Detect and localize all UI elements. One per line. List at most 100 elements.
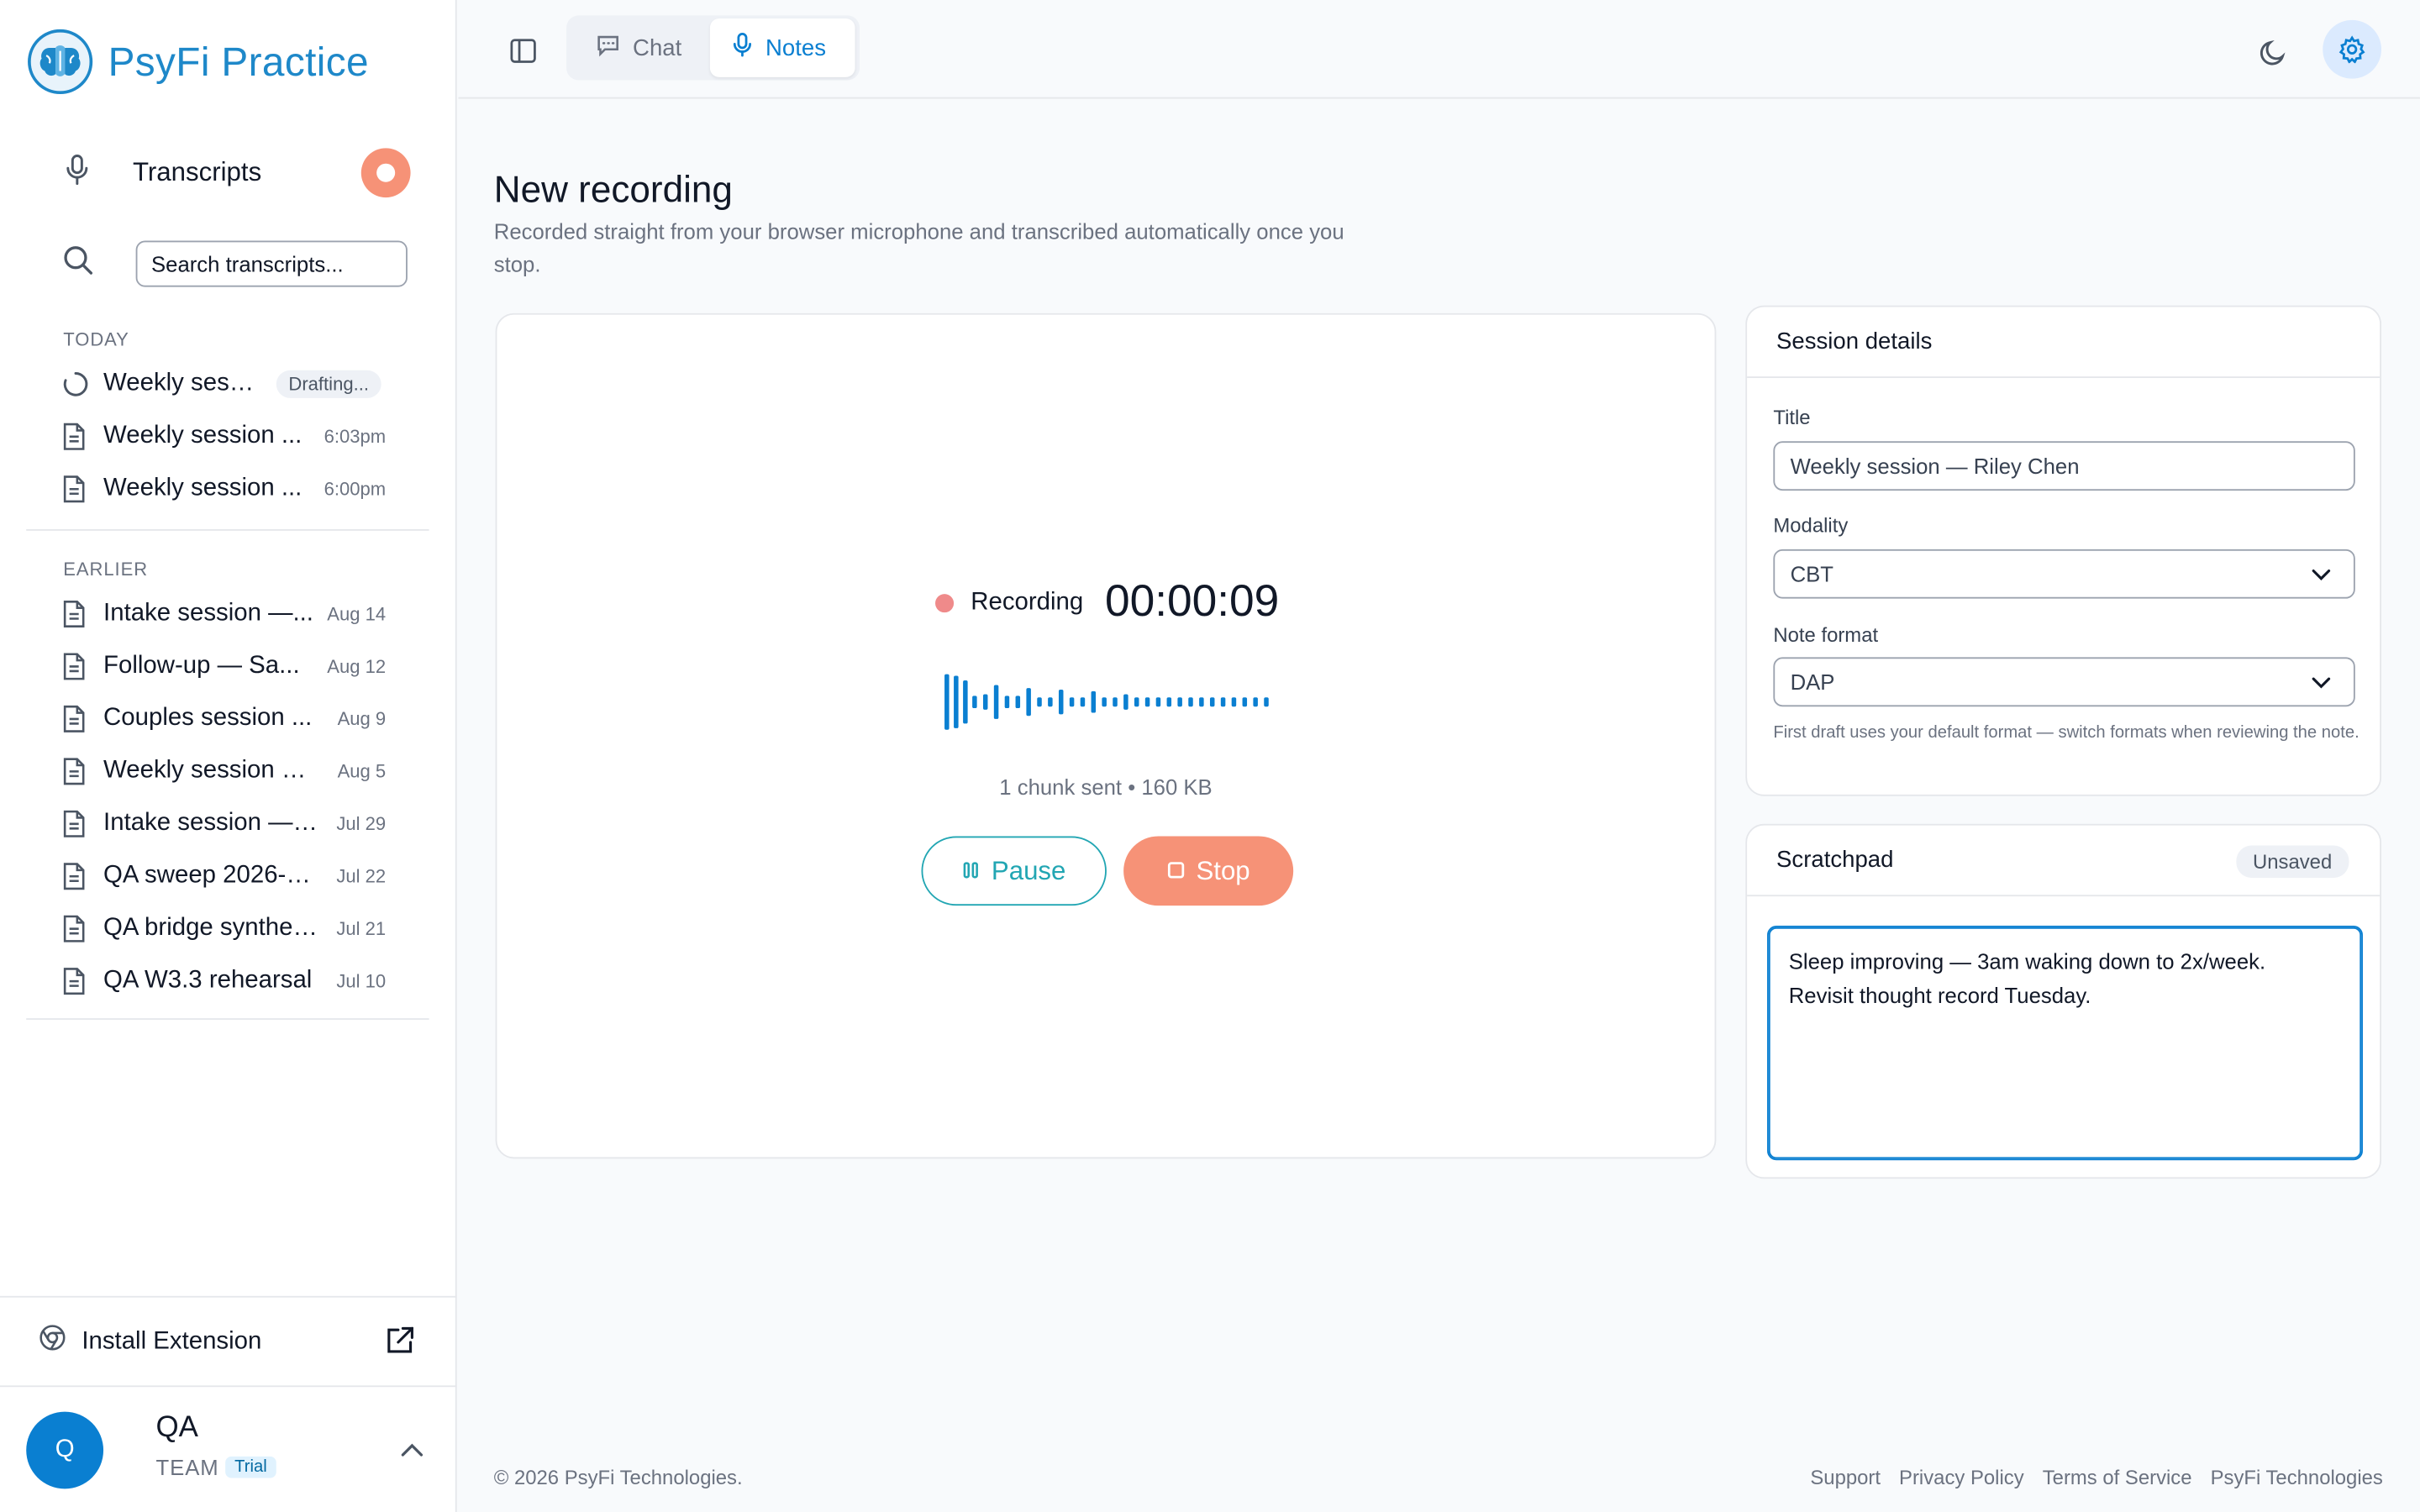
recording-label: Recording (971, 588, 1084, 615)
sidebar-toggle-icon[interactable] (509, 37, 537, 65)
list-item[interactable]: Intake session — J... Jul 29 (61, 798, 386, 850)
list-item-time: Jul 29 (336, 812, 387, 835)
chrome-icon (39, 1324, 66, 1359)
chevron-up-icon[interactable] (400, 1440, 424, 1467)
waveform-bar (1253, 697, 1258, 707)
waveform-bar (1091, 690, 1097, 713)
brain-logo-icon (28, 29, 93, 95)
section-label-today: TODAY (63, 328, 129, 350)
waveform-bar (1058, 690, 1064, 715)
document-icon (61, 705, 89, 732)
document-icon (61, 810, 89, 837)
list-item[interactable]: Couples session ... Aug 9 (61, 693, 386, 745)
user-menu[interactable]: Q QA TEAM Trial (0, 1385, 457, 1512)
list-item-title: Intake session — J... (103, 810, 320, 837)
list-item[interactable]: Intake session —... Aug 14 (61, 588, 386, 640)
waveform-bar (1199, 697, 1204, 707)
footer-link-terms[interactable]: Terms of Service (2043, 1466, 2192, 1489)
waveform-bar (1080, 697, 1086, 707)
stop-label: Stop (1196, 855, 1250, 885)
moon-icon[interactable] (2252, 31, 2295, 74)
tab-chat-label: Chat (633, 34, 682, 61)
recording-timer: 00:00:09 (1104, 576, 1280, 627)
top-bar: Chat Notes (458, 0, 2420, 99)
sidebar: PsyFi Practice Transcripts Search transc… (0, 0, 457, 1512)
waveform-bar (954, 675, 959, 728)
recording-status: Recording 00:00:09 (935, 577, 1279, 628)
modality-label: Modality (1773, 513, 1849, 538)
list-item[interactable]: QA W3.3 rehearsal Jul 10 (61, 955, 386, 1007)
list-item-time: 6:00pm (324, 478, 387, 501)
nav-transcripts-label: Transcripts (132, 157, 262, 187)
list-item-time: Aug 12 (327, 655, 387, 678)
list-item-time: Aug 5 (337, 760, 387, 783)
chevron-down-icon (2311, 563, 2333, 589)
divider (26, 1018, 429, 1021)
nav-transcripts[interactable]: Transcripts (61, 148, 411, 198)
app-root: PsyFi Practice Transcripts Search transc… (0, 0, 2420, 1512)
title-field[interactable]: Weekly session — Riley Chen (1773, 441, 2355, 491)
page-subtitle: Recorded straight from your browser micr… (493, 218, 1344, 276)
format-helper-text: First draft uses your default format — s… (1773, 723, 2360, 743)
install-extension-row[interactable]: Install Extension (0, 1295, 457, 1386)
install-extension-label: Install Extension (82, 1327, 262, 1354)
waveform-bar (1037, 697, 1042, 707)
list-item[interactable]: QA bridge synthet... Jul 21 (61, 902, 386, 954)
list-item-time: 6:03pm (324, 425, 387, 448)
divider (26, 528, 429, 531)
document-icon (61, 600, 89, 627)
list-item[interactable]: QA sweep 2026-0... Jul 22 (61, 850, 386, 902)
list-item-title: Weekly session ... (103, 475, 302, 501)
list-item[interactable]: Weekly session ... 6:03pm (61, 411, 386, 463)
document-icon (61, 475, 89, 503)
footer-link-company[interactable]: PsyFi Technologies (2211, 1466, 2383, 1489)
list-item-time: Aug 9 (337, 708, 387, 730)
footer-link-support[interactable]: Support (1810, 1466, 1881, 1489)
waveform-bar (1264, 697, 1269, 707)
list-item[interactable]: Weekly session ... 6:00pm (61, 463, 386, 515)
external-link-icon[interactable] (384, 1326, 415, 1364)
brand[interactable]: PsyFi Practice (28, 29, 369, 95)
tab-notes-label: Notes (765, 34, 826, 61)
page-title: New recording (493, 170, 733, 212)
tab-chat[interactable]: Chat (574, 18, 717, 77)
waveform-bar (1113, 697, 1118, 707)
chunk-info: 1 chunk sent • 160 KB (999, 774, 1213, 800)
start-recording-button[interactable] (360, 148, 411, 198)
footer-links: Support Privacy Policy Terms of Service … (1791, 1466, 2383, 1489)
stop-icon (1167, 855, 1186, 886)
audio-waveform (944, 674, 1269, 730)
waveform-bar (1209, 697, 1215, 707)
waveform-bar (1026, 688, 1031, 717)
session-details-card: Session details Title Weekly session — R… (1745, 305, 2382, 796)
list-item-title: Follow-up — Sa... (103, 652, 300, 680)
search-icon[interactable] (61, 243, 95, 285)
waveform-bar (1177, 697, 1182, 707)
settings-button[interactable] (2323, 19, 2382, 79)
list-item[interactable]: Weekly sessi... Drafting... (61, 358, 386, 410)
recorder-card: Recording 00:00:09 1 chunk sent • 160 KB… (495, 312, 1717, 1159)
stop-button[interactable]: Stop (1123, 836, 1294, 906)
note-format-select[interactable]: DAP (1773, 657, 2355, 707)
title-label: Title (1773, 406, 1811, 429)
search-row (61, 240, 410, 287)
waveform-bar (1048, 697, 1053, 707)
drafting-badge: Drafting... (276, 370, 381, 398)
trial-badge: Trial (225, 1456, 276, 1478)
scratchpad-textarea[interactable] (1767, 926, 2363, 1161)
record-dot-icon (376, 163, 396, 182)
pause-button[interactable]: Pause (921, 836, 1107, 906)
footer-link-privacy[interactable]: Privacy Policy (1899, 1466, 2024, 1489)
search-input[interactable] (135, 240, 408, 287)
waveform-bar (1102, 697, 1107, 707)
list-item-title: Intake session —... (103, 600, 313, 627)
scratchpad-card: Scratchpad Unsaved (1745, 823, 2382, 1179)
list-item-title: Weekly sessi... (103, 370, 266, 397)
microphone-icon (61, 152, 92, 194)
list-item[interactable]: Follow-up — Sa... Aug 12 (61, 640, 386, 692)
modality-select[interactable]: CBT (1773, 549, 2355, 599)
microphone-icon (732, 33, 754, 64)
document-icon (61, 915, 89, 942)
list-item[interactable]: Weekly session —... Aug 5 (61, 745, 386, 797)
tab-notes[interactable]: Notes (709, 18, 855, 77)
